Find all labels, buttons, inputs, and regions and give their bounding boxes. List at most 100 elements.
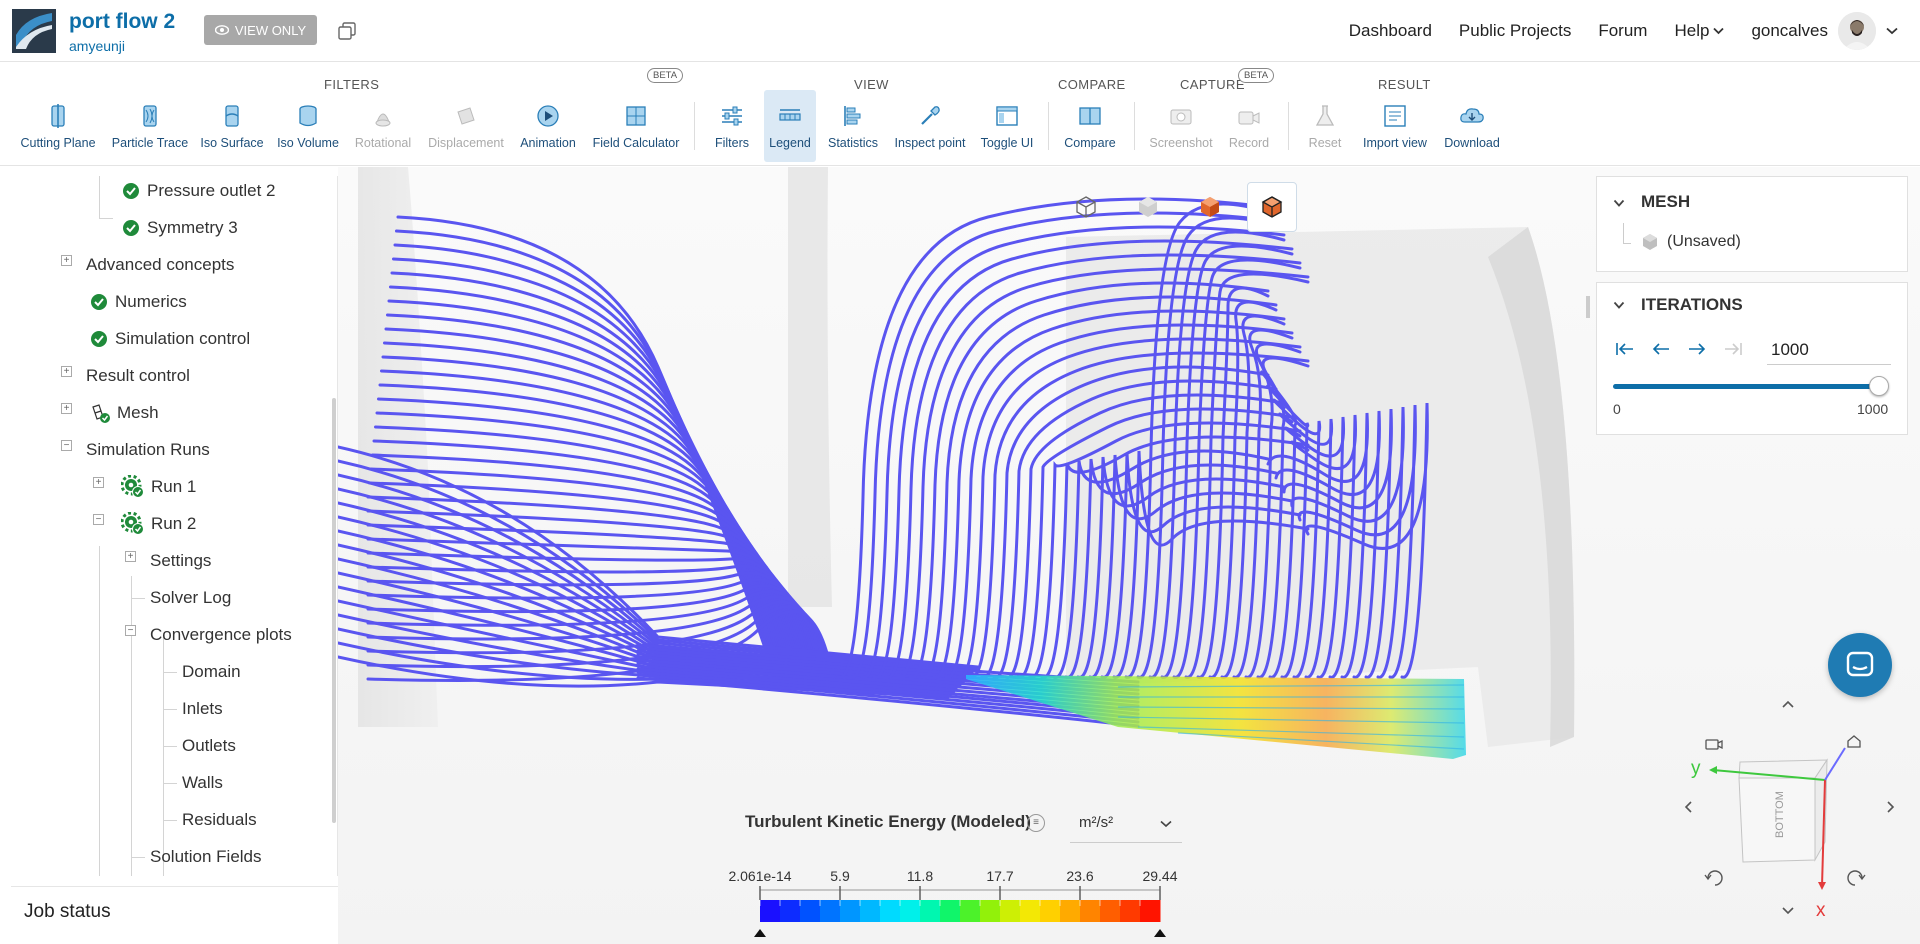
expand-icon[interactable]: + xyxy=(61,403,72,414)
particle-trace-button[interactable]: Particle Trace xyxy=(110,94,190,158)
copy-icon[interactable] xyxy=(338,22,356,40)
import-view-button[interactable]: Import view xyxy=(1358,94,1432,158)
tree-connector xyxy=(163,783,177,784)
screenshot-button[interactable]: Screenshot xyxy=(1148,94,1214,158)
tree-item-simulation-control[interactable]: Simulation control xyxy=(91,324,250,354)
orientation-gizmo[interactable]: BOTTOM y x xyxy=(1665,690,1915,930)
expand-icon[interactable]: + xyxy=(61,255,72,266)
iso-surface-button[interactable]: Iso Surface xyxy=(200,94,264,158)
cutting-plane-button[interactable]: Cutting Plane xyxy=(18,94,98,158)
job-status-panel[interactable]: Job status xyxy=(11,886,338,936)
reset-button[interactable]: Reset xyxy=(1300,94,1350,158)
toggle-ui-button[interactable]: Toggle UI xyxy=(978,94,1036,158)
tree-item-run-1[interactable]: Run 1 xyxy=(121,472,196,502)
iso-volume-icon xyxy=(299,105,317,127)
expand-icon[interactable]: + xyxy=(61,366,72,377)
project-title[interactable]: port flow 2 xyxy=(69,10,175,34)
legend-swatch xyxy=(1020,900,1041,922)
chevron-down-icon[interactable] xyxy=(1613,197,1625,209)
rotate-ccw-icon xyxy=(1704,870,1723,886)
expand-icon[interactable]: + xyxy=(93,477,104,488)
solid-grey-view-button[interactable] xyxy=(1123,182,1173,232)
legend-menu-icon[interactable]: ≡ xyxy=(1027,814,1045,832)
download-button[interactable]: Download xyxy=(1440,94,1504,158)
record-button[interactable]: Record xyxy=(1224,94,1274,158)
tree-item-symmetry-3[interactable]: Symmetry 3 xyxy=(123,213,238,243)
view-mode-buttons xyxy=(1061,182,1297,232)
tree-label: Residuals xyxy=(182,810,257,829)
collapse-icon[interactable]: − xyxy=(61,440,72,451)
user-menu[interactable]: goncalves xyxy=(1751,12,1898,50)
collapse-icon[interactable]: − xyxy=(93,514,104,525)
tree-scrollbar[interactable] xyxy=(332,398,336,823)
tree-item-convergence-plots[interactable]: Convergence plots xyxy=(150,620,292,650)
tree-item-solver-log[interactable]: Solver Log xyxy=(150,583,231,613)
tree-item-walls[interactable]: Walls xyxy=(182,768,223,798)
edges-color-view-button[interactable] xyxy=(1247,182,1297,232)
wireframe-view-button[interactable] xyxy=(1061,182,1111,232)
chevron-down-icon[interactable] xyxy=(1613,299,1625,311)
unit-select[interactable]: m²/s² xyxy=(1070,805,1182,843)
tree-item-advanced-concepts[interactable]: Advanced concepts xyxy=(86,250,234,280)
iteration-slider-thumb[interactable] xyxy=(1869,376,1889,396)
tree-item-numerics[interactable]: Numerics xyxy=(91,287,187,317)
filters-button[interactable]: Filters xyxy=(706,94,758,158)
previous-iteration-icon[interactable] xyxy=(1651,341,1671,357)
legend-swatch xyxy=(820,900,841,922)
download-label: Download xyxy=(1444,136,1500,150)
tree-item-outlets[interactable]: Outlets xyxy=(182,731,236,761)
field-calculator-button[interactable]: Field Calculator xyxy=(592,94,680,158)
nav-forum[interactable]: Forum xyxy=(1598,21,1647,41)
tree-item-solution-fields[interactable]: Solution Fields xyxy=(150,842,262,872)
tree-item-mesh[interactable]: Mesh xyxy=(91,398,159,428)
tree-connector xyxy=(99,218,113,219)
first-iteration-icon[interactable] xyxy=(1615,341,1635,357)
legend-swatch xyxy=(920,900,941,922)
tree-label: Result control xyxy=(86,366,190,385)
group-label-capture: CAPTURE xyxy=(1180,77,1245,92)
mesh-item-unsaved[interactable]: (Unsaved) xyxy=(1641,233,1741,251)
animation-button[interactable]: Animation xyxy=(516,94,580,158)
tree-item-settings[interactable]: Settings xyxy=(150,546,211,576)
next-iteration-icon[interactable] xyxy=(1687,341,1707,357)
nav-public-projects[interactable]: Public Projects xyxy=(1459,21,1571,41)
solid-color-view-button[interactable] xyxy=(1185,182,1235,232)
compare-button[interactable]: Compare xyxy=(1060,94,1120,158)
tree-item-pressure-outlet-2[interactable]: Pressure outlet 2 xyxy=(123,176,276,206)
username: goncalves xyxy=(1751,21,1828,40)
tree-item-simulation-runs[interactable]: Simulation Runs xyxy=(86,435,210,465)
tree-item-result-control[interactable]: Result control xyxy=(86,361,190,391)
collapse-icon[interactable]: − xyxy=(125,625,136,636)
tree-item-inlets[interactable]: Inlets xyxy=(182,694,223,724)
legend-button[interactable]: Legend xyxy=(764,90,816,162)
toggle-ui-icon xyxy=(996,106,1018,126)
tree-item-residuals[interactable]: Residuals xyxy=(182,805,257,835)
tree-label: Outlets xyxy=(182,736,236,755)
tree-item-domain[interactable]: Domain xyxy=(182,657,241,687)
rotational-button[interactable]: Rotational xyxy=(350,94,416,158)
panel-resize-handle[interactable] xyxy=(1586,296,1590,318)
iso-surface-icon xyxy=(225,105,239,127)
legend-colorbar[interactable]: 2.061e-14 5.9 11.8 17.7 23.6 29.44 xyxy=(700,862,1200,937)
chevron-down-icon xyxy=(1713,27,1725,35)
nav-help[interactable]: Help xyxy=(1674,21,1725,41)
simscale-logo-icon[interactable] xyxy=(12,9,56,53)
inspect-point-button[interactable]: Inspect point xyxy=(892,94,968,158)
iteration-slider-track[interactable] xyxy=(1613,384,1879,389)
y-axis-arrow xyxy=(1709,766,1717,774)
iso-volume-button[interactable]: Iso Volume xyxy=(276,94,340,158)
home-icon xyxy=(1847,735,1861,748)
iteration-input[interactable] xyxy=(1767,335,1891,365)
last-iteration-icon[interactable] xyxy=(1723,341,1743,357)
statistics-button[interactable]: Statistics xyxy=(824,94,882,158)
nav-dashboard[interactable]: Dashboard xyxy=(1349,21,1432,41)
chat-button[interactable] xyxy=(1828,633,1892,697)
tree-item-run-2[interactable]: Run 2 xyxy=(121,509,196,539)
tree-label: Settings xyxy=(150,551,212,570)
filters-label: Filters xyxy=(714,136,750,150)
displacement-button[interactable]: Displacement xyxy=(428,94,504,158)
project-owner[interactable]: amyeunji xyxy=(69,38,125,54)
tree-label: Solver Log xyxy=(150,588,232,607)
expand-icon[interactable]: + xyxy=(125,551,136,562)
toolbar-separator xyxy=(1134,102,1135,150)
